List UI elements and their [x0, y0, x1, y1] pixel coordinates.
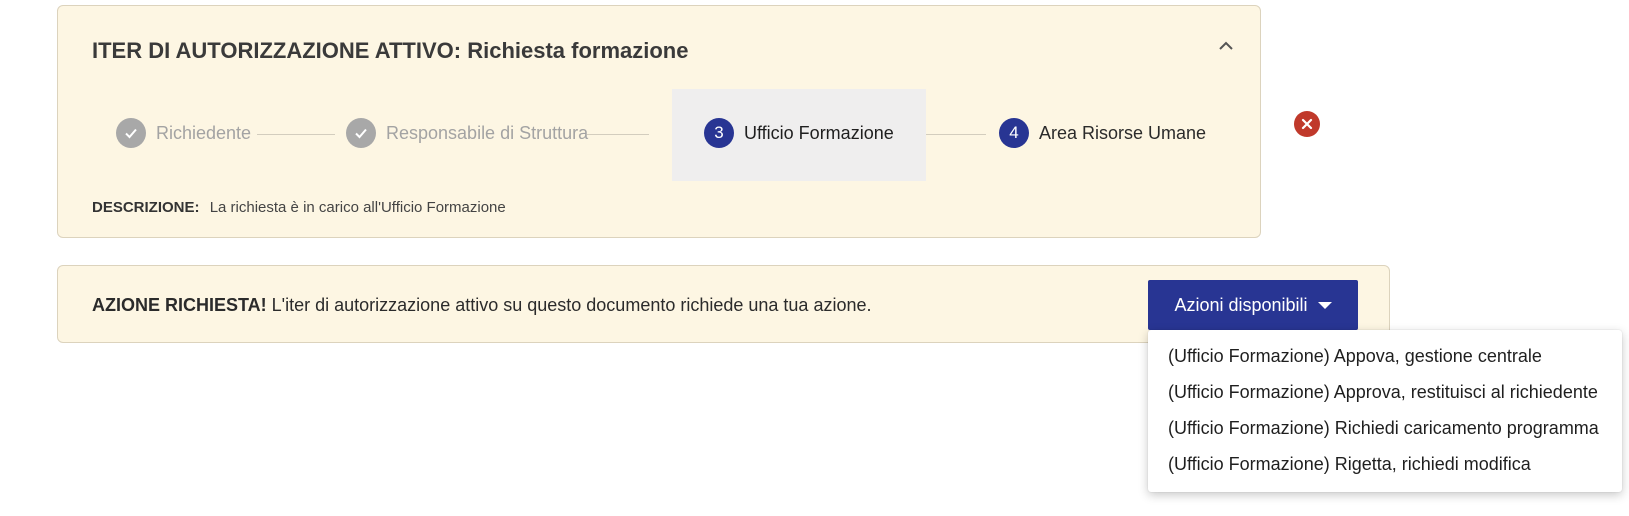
collapse-button[interactable] [1212, 32, 1240, 60]
step-ufficio-formazione: 3 Ufficio Formazione [704, 118, 894, 148]
available-actions-button[interactable]: Azioni disponibili [1148, 280, 1358, 330]
chevron-up-icon [1219, 41, 1233, 50]
step-label: Area Risorse Umane [1039, 122, 1207, 143]
authorization-iter-panel: ITER DI AUTORIZZAZIONE ATTIVO: Richiesta… [57, 5, 1261, 238]
close-icon[interactable] [1294, 111, 1320, 137]
required-action-title: AZIONE RICHIESTA! [92, 295, 267, 315]
step-number: 3 [704, 118, 734, 148]
step-label: Richiedente [156, 122, 252, 143]
description-label: DESCRIZIONE: [92, 199, 200, 216]
step-connector [926, 134, 986, 135]
check-icon [116, 118, 146, 148]
check-icon [346, 118, 376, 148]
step-richiedente: Richiedente [116, 118, 251, 148]
step-label: Ufficio Formazione [744, 122, 894, 143]
step-area-risorse-umane: 4 Area Risorse Umane [999, 118, 1206, 148]
caret-down-icon [1317, 301, 1332, 309]
menu-item-approva-gestione-centrale[interactable]: (Ufficio Formazione) Appova, gestione ce… [1148, 338, 1622, 374]
available-actions-label: Azioni disponibili [1174, 294, 1308, 315]
menu-item-approva-restituisci[interactable]: (Ufficio Formazione) Approva, restituisc… [1148, 374, 1622, 410]
required-action-text: L'iter di autorizzazione attivo su quest… [266, 295, 872, 315]
step-connector [257, 134, 335, 135]
description-value: La richiesta è in carico all'Ufficio For… [209, 199, 506, 216]
description: DESCRIZIONE: La richiesta è in carico al… [92, 199, 506, 216]
required-action-message: AZIONE RICHIESTA! L'iter di autorizzazio… [92, 295, 871, 316]
step-number: 4 [999, 118, 1029, 148]
actions-dropdown-menu: (Ufficio Formazione) Appova, gestione ce… [1148, 330, 1622, 492]
step-label: Responsabile di Struttura [386, 122, 589, 143]
menu-item-rigetta[interactable]: (Ufficio Formazione) Rigetta, richiedi m… [1148, 446, 1622, 482]
menu-item-richiedi-caricamento[interactable]: (Ufficio Formazione) Richiedi caricament… [1148, 410, 1622, 446]
iter-title: ITER DI AUTORIZZAZIONE ATTIVO: Richiesta… [92, 38, 689, 63]
step-connector [587, 134, 649, 135]
step-responsabile-di-struttura: Responsabile di Struttura [346, 118, 588, 148]
